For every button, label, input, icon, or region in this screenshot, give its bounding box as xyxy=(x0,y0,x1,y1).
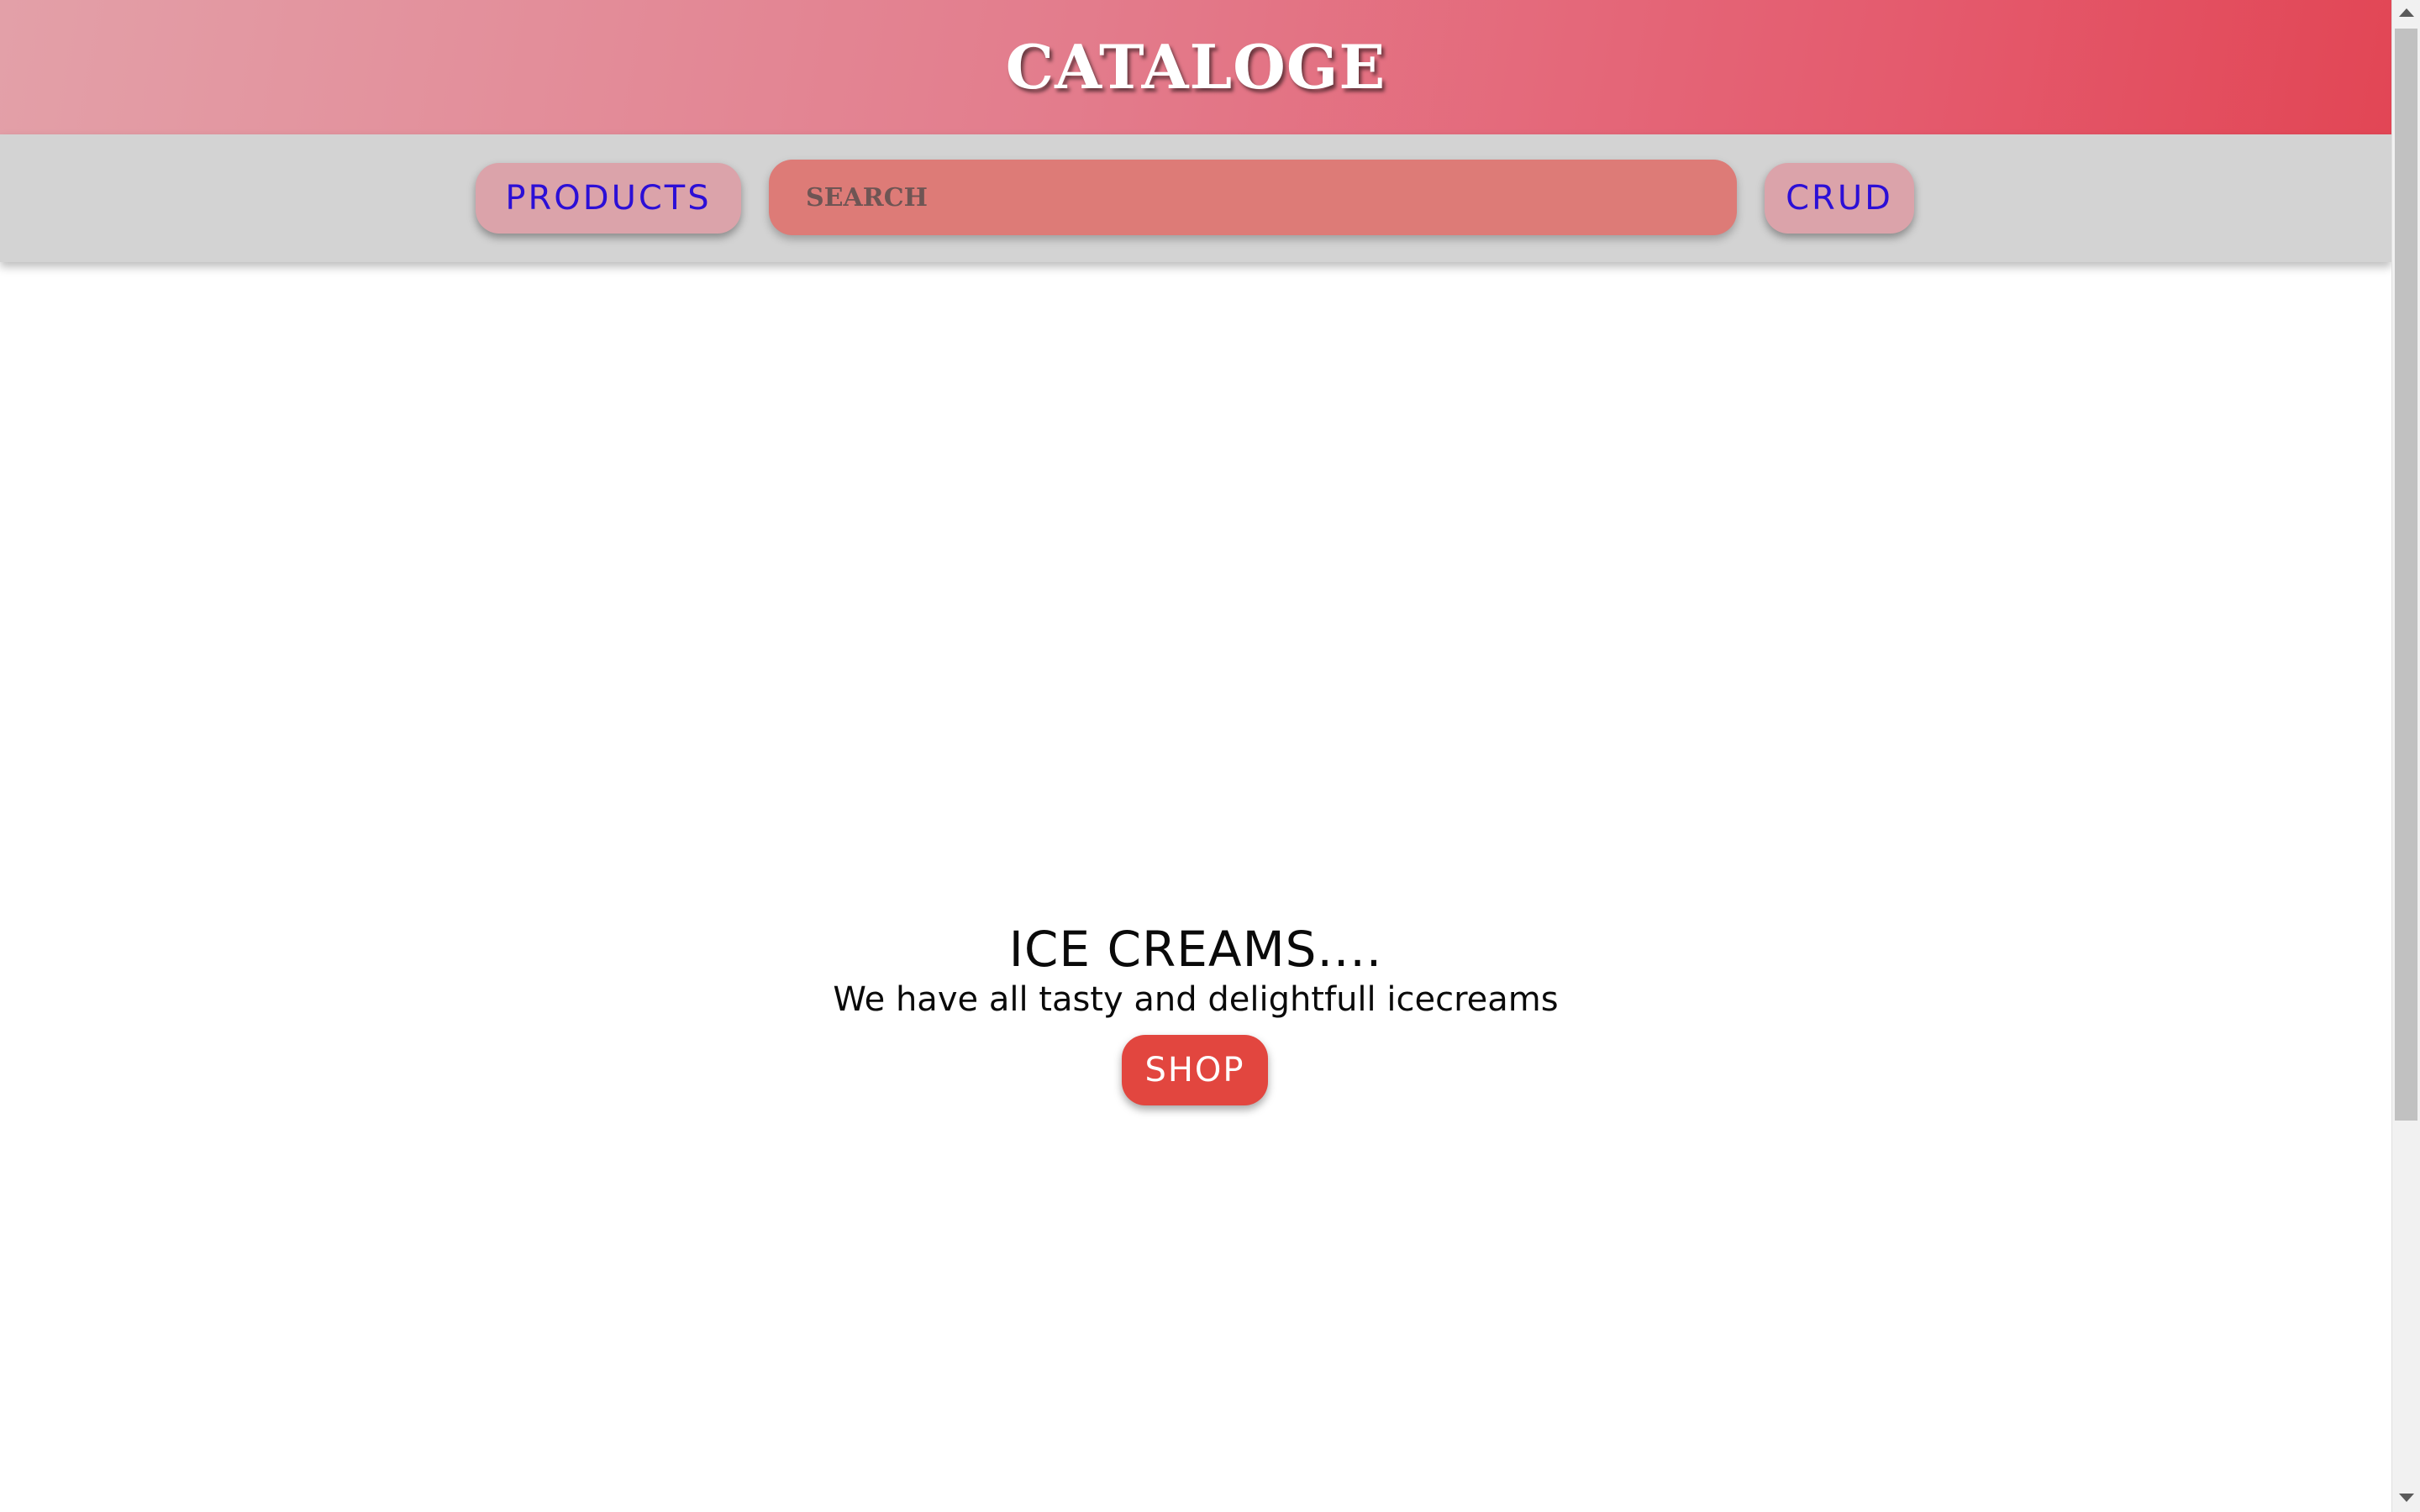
browser-viewport: CATALOGE PRODUCTS CRUD ICE CREAMS.... We… xyxy=(0,0,2391,1512)
navigation-bar: PRODUCTS CRUD xyxy=(0,134,2391,262)
scroll-down-arrow-icon[interactable] xyxy=(2399,1494,2414,1502)
search-input[interactable] xyxy=(769,160,1737,235)
site-logo[interactable]: CATALOGE xyxy=(0,0,2391,134)
scroll-up-arrow-icon[interactable] xyxy=(2399,8,2414,17)
products-button[interactable]: PRODUCTS xyxy=(476,163,741,234)
site-header: CATALOGE xyxy=(0,0,2391,134)
hero-subtitle: We have all tasty and delightfull icecre… xyxy=(833,980,1559,1019)
hero-title: ICE CREAMS.... xyxy=(1008,921,1383,978)
vertical-scrollbar[interactable] xyxy=(2391,0,2420,1512)
scrollbar-thumb[interactable] xyxy=(2395,29,2417,1121)
page: CATALOGE PRODUCTS CRUD ICE CREAMS.... We… xyxy=(0,0,2420,1512)
crud-button[interactable]: CRUD xyxy=(1765,163,1914,234)
shop-button[interactable]: SHOP xyxy=(1122,1035,1268,1105)
